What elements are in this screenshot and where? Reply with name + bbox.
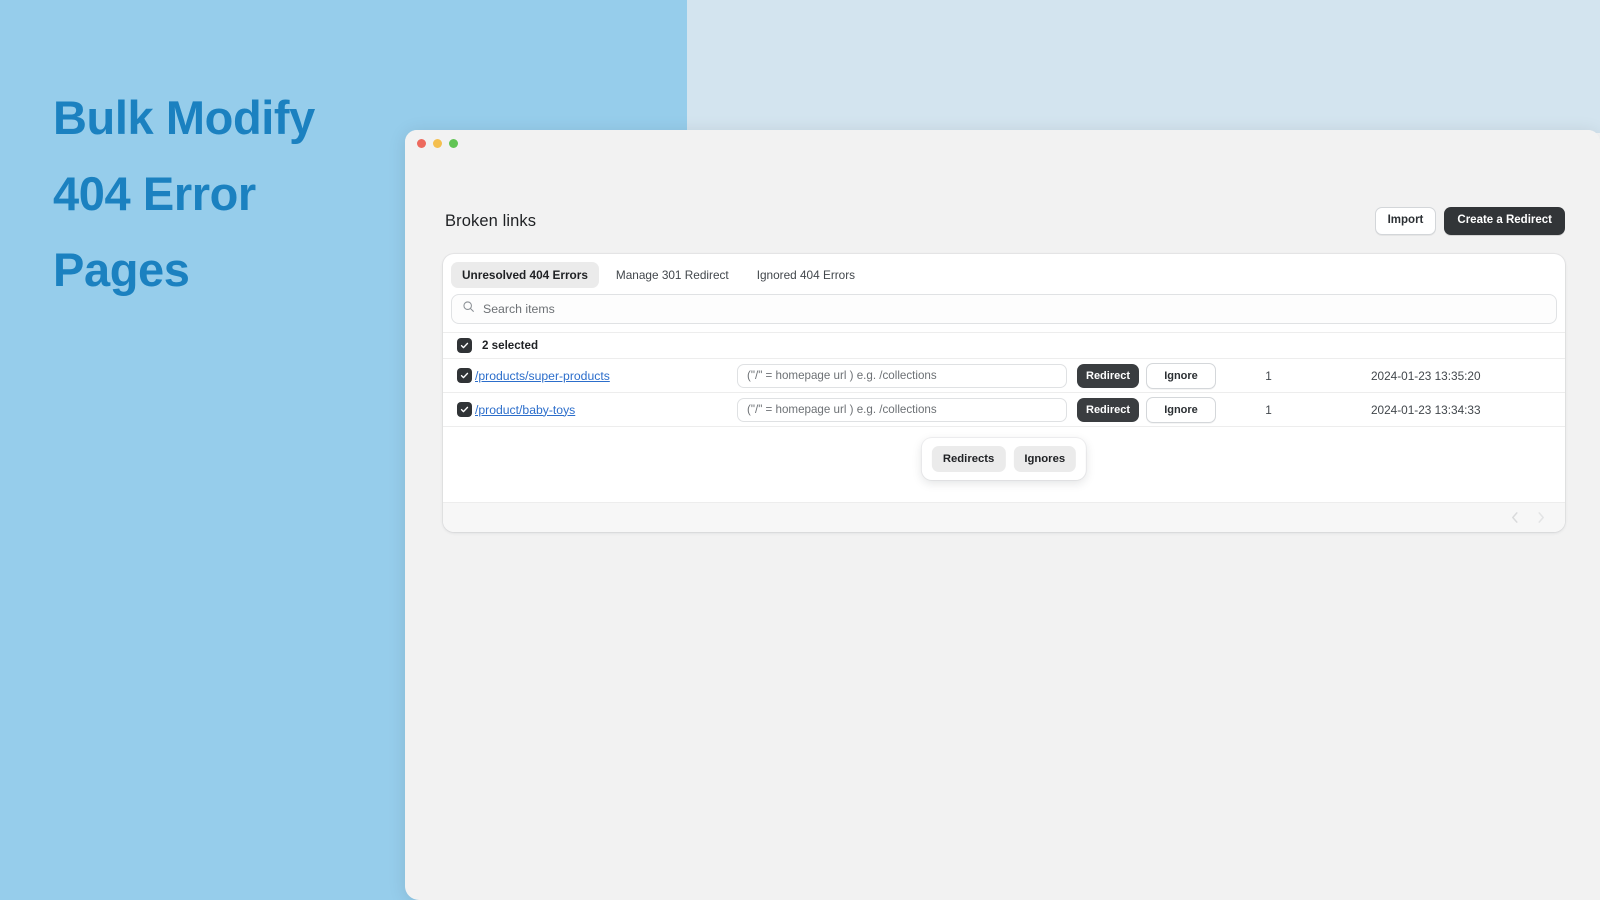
row-timestamp: 2024-01-23 13:35:20 xyxy=(1371,368,1481,383)
tab-ignored-404-errors[interactable]: Ignored 404 Errors xyxy=(746,262,866,288)
broken-url-link[interactable]: /products/super-products xyxy=(475,369,610,383)
table-row: /products/super-products Redirect Ignore… xyxy=(443,358,1565,392)
promo-band-right xyxy=(687,0,1600,133)
search-box[interactable] xyxy=(451,294,1557,324)
row-checkbox[interactable] xyxy=(457,402,472,417)
page-title: Broken links xyxy=(445,211,537,230)
select-all-checkbox[interactable] xyxy=(457,338,472,353)
bulk-ignores-button[interactable]: Ignores xyxy=(1013,446,1077,472)
promo-headline: Bulk Modify 404 Error Pages xyxy=(53,80,433,308)
promo-headline-line-1: Bulk Modify xyxy=(53,91,315,144)
row-url-cell: /products/super-products xyxy=(475,367,737,385)
broken-links-card: Unresolved 404 Errors Manage 301 Redirec… xyxy=(443,254,1565,532)
redirect-target-input[interactable] xyxy=(737,363,1067,388)
chevron-left-icon[interactable] xyxy=(1509,512,1521,524)
redirect-target-input[interactable] xyxy=(737,397,1067,422)
window-titlebar xyxy=(405,130,1600,156)
chevron-right-icon[interactable] xyxy=(1535,512,1547,524)
bulk-action-bar: Redirects Ignores xyxy=(921,438,1087,480)
tab-bar: Unresolved 404 Errors Manage 301 Redirec… xyxy=(443,254,1565,294)
row-target-cell xyxy=(737,397,1067,422)
row-target-cell xyxy=(737,363,1067,388)
row-checkbox-cell xyxy=(457,368,475,383)
tab-manage-301-redirect[interactable]: Manage 301 Redirect xyxy=(605,262,740,288)
import-button[interactable]: Import xyxy=(1374,207,1437,235)
row-ignore-button[interactable]: Ignore xyxy=(1146,362,1216,389)
promo-headline-line-3: Pages xyxy=(53,243,190,297)
search-section xyxy=(443,294,1565,332)
row-redirect-button[interactable]: Redirect xyxy=(1077,363,1139,388)
table-row: /product/baby-toys Redirect Ignore 1 202… xyxy=(443,392,1565,426)
row-redirect-button[interactable]: Redirect xyxy=(1077,397,1139,422)
header-actions: Import Create a Redirect xyxy=(1374,207,1565,235)
minimize-window-button[interactable] xyxy=(433,138,442,148)
search-input[interactable] xyxy=(483,302,1546,316)
search-icon xyxy=(462,300,475,318)
row-redirect-cell: Redirect xyxy=(1077,397,1139,422)
selection-count-label: 2 selected xyxy=(482,339,539,352)
row-timestamp: 2024-01-23 13:34:33 xyxy=(1371,402,1481,417)
browser-window: Broken links Import Create a Redirect Un… xyxy=(405,130,1600,900)
tab-unresolved-404-errors[interactable]: Unresolved 404 Errors xyxy=(451,262,599,288)
screenshot-root: Bulk Modify 404 Error Pages Broken links… xyxy=(0,0,1600,900)
maximize-window-button[interactable] xyxy=(449,138,458,148)
row-url-cell: /product/baby-toys xyxy=(475,401,737,419)
card-body-space: Redirects Ignores xyxy=(443,426,1565,502)
close-window-button[interactable] xyxy=(417,138,426,148)
row-ignore-cell: Ignore xyxy=(1146,396,1216,423)
row-hit-count: 1 xyxy=(1265,368,1272,383)
page-header: Broken links Import Create a Redirect xyxy=(445,207,1565,235)
promo-headline-line-2: 404 Error xyxy=(53,167,256,221)
row-ignore-cell: Ignore xyxy=(1146,362,1216,389)
row-ignore-button[interactable]: Ignore xyxy=(1146,396,1216,423)
card-footer xyxy=(443,502,1565,532)
broken-url-link[interactable]: /product/baby-toys xyxy=(475,403,575,417)
selection-bar: 2 selected xyxy=(443,332,1565,358)
row-checkbox[interactable] xyxy=(457,368,472,383)
row-redirect-cell: Redirect xyxy=(1077,363,1139,388)
create-redirect-button[interactable]: Create a Redirect xyxy=(1444,207,1565,235)
row-hit-count: 1 xyxy=(1265,402,1272,417)
row-checkbox-cell xyxy=(457,402,475,417)
bulk-redirects-button[interactable]: Redirects xyxy=(931,446,1006,472)
